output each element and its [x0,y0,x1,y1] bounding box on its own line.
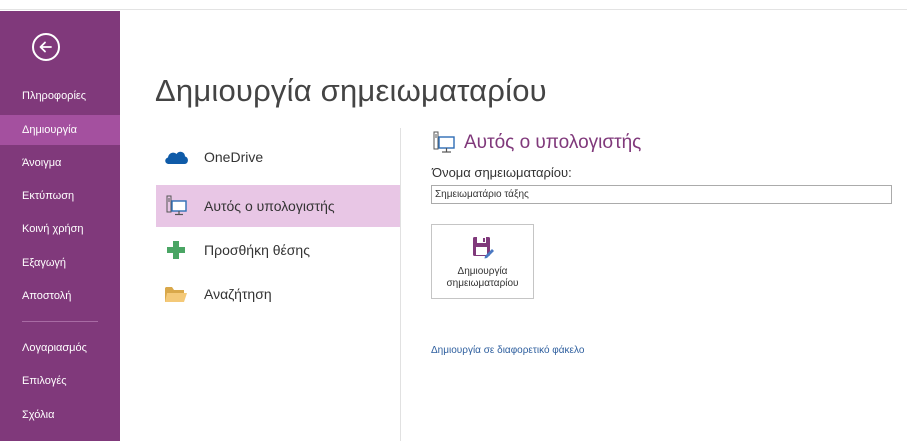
create-notebook-icon [472,237,494,259]
create-in-different-folder-link[interactable]: Δημιουργία σε διαφορετικό φάκελο [431,345,584,356]
folder-browse-icon [162,280,190,308]
sidebar-item-export[interactable]: Εξαγωγή [0,248,120,278]
panel-divider [400,128,401,441]
sidebar-item-info[interactable]: Πληροφορίες [0,81,120,111]
location-add-place[interactable]: Προσθήκη θέσης [156,229,400,271]
this-pc-icon [433,131,455,153]
sidebar-item-print[interactable]: Εκτύπωση [0,181,120,211]
back-arrow-icon [39,41,52,53]
sidebar-item-send[interactable]: Αποστολή [0,281,120,311]
location-label: OneDrive [204,149,264,165]
location-browse[interactable]: Αναζήτηση [156,273,400,315]
location-label: Προσθήκη θέσης [204,242,310,258]
create-notebook-button[interactable]: Δημιουργία σημειωματαρίου [431,224,534,299]
sidebar-divider [22,321,98,322]
onedrive-cloud-icon [162,143,190,171]
backstage-sidebar: Πληροφορίες Δημιουργία Άνοιγμα Εκτύπωση … [0,11,120,441]
add-place-icon [162,236,190,264]
notebook-name-input[interactable] [431,185,892,204]
sidebar-item-feedback[interactable]: Σχόλια [0,400,120,430]
sidebar-item-account[interactable]: Λογαριασμός [0,333,120,363]
location-this-pc[interactable]: Αυτός ο υπολογιστής [156,185,400,227]
back-button[interactable] [32,33,60,61]
location-onedrive[interactable]: OneDrive [156,136,400,178]
page-title: Δημιουργία σημειωματαρίου [155,73,547,108]
right-panel-title: Αυτός ο υπολογιστής [464,132,642,153]
location-label: Αναζήτηση [204,286,272,302]
this-pc-icon [162,192,190,220]
location-label: Αυτός ο υπολογιστής [204,198,335,214]
sidebar-item-new[interactable]: Δημιουργία [0,115,120,145]
sidebar-item-options[interactable]: Επιλογές [0,366,120,396]
sidebar-item-open[interactable]: Άνοιγμα [0,148,120,178]
title-bar-strip [0,0,907,10]
sidebar-item-share[interactable]: Κοινή χρήση [0,214,120,244]
right-panel-header: Αυτός ο υπολογιστής [432,129,641,157]
create-notebook-label: Δημιουργία σημειωματαρίου [446,266,519,289]
notebook-name-label: Όνομα σημειωματαρίου: [432,165,572,180]
